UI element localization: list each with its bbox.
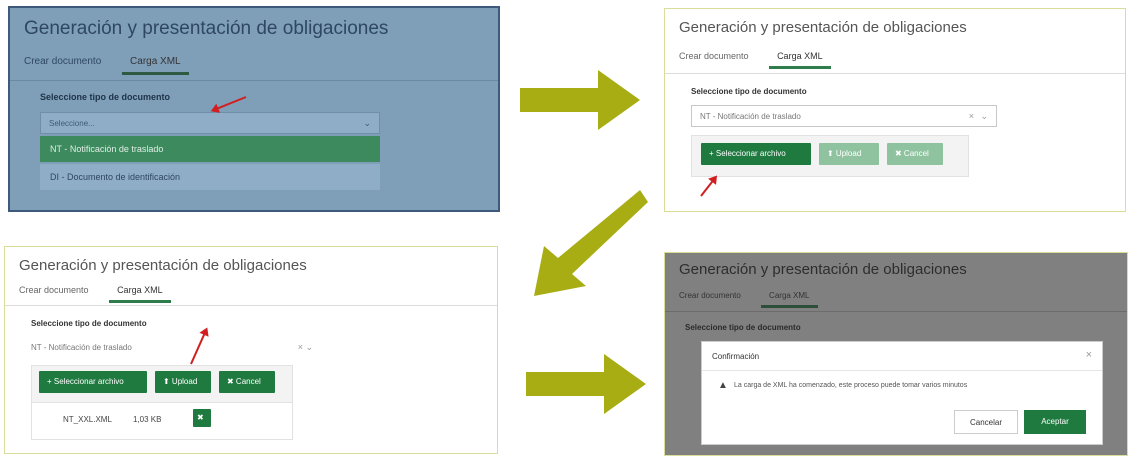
select-value: NT - Notificación de traslado xyxy=(31,343,132,352)
dropdown-option[interactable]: DI - Documento de identificación xyxy=(40,164,380,190)
tab-divider xyxy=(5,305,497,306)
chevron-down-icon[interactable]: ⌄ xyxy=(980,111,988,122)
select-files-button[interactable]: + Seleccionar archivo xyxy=(701,143,811,165)
cancel-button[interactable]: ✖ Cancel xyxy=(887,143,943,165)
document-type-label: Seleccione tipo de documento xyxy=(31,319,147,328)
panel-step-2: Generación y presentación de obligacione… xyxy=(664,8,1126,212)
cancel-button[interactable]: ✖ Cancel xyxy=(219,371,275,393)
flow-arrow-right-icon xyxy=(520,70,640,130)
tab-xml-upload[interactable]: Carga XML xyxy=(122,56,189,75)
page-title: Generación y presentación de obligacione… xyxy=(24,18,389,39)
dialog-message: La carga de XML ha comenzado, este proce… xyxy=(734,382,968,389)
tab-create-document[interactable]: Crear documento xyxy=(24,56,101,72)
tab-bar: Crear documento Carga XML xyxy=(19,285,189,305)
dialog-header-divider xyxy=(702,370,1102,371)
document-type-select[interactable]: NT - Notificación de traslado × ⌄ xyxy=(31,337,321,359)
tab-divider xyxy=(665,311,1127,312)
document-type-label: Seleccione tipo de documento xyxy=(40,92,171,102)
pointer-arrow xyxy=(212,96,247,112)
tab-xml-upload[interactable]: Carga XML xyxy=(769,51,831,69)
tab-bar: Crear documento Carga XML xyxy=(679,291,836,311)
page-title: Generación y presentación de obligacione… xyxy=(19,257,307,274)
clear-icon[interactable]: × xyxy=(969,111,974,121)
tab-bar: Crear documento Carga XML xyxy=(24,56,207,76)
page-title: Generación y presentación de obligacione… xyxy=(679,261,967,278)
dialog-cancel-button[interactable]: Cancelar xyxy=(954,410,1018,434)
chevron-down-icon[interactable]: ⌄ xyxy=(305,342,313,353)
upload-button[interactable]: ⬆ Upload xyxy=(819,143,879,165)
document-type-select[interactable]: Seleccione... ⌄ xyxy=(40,112,380,134)
close-icon[interactable]: × xyxy=(1086,349,1092,361)
select-placeholder: Seleccione... xyxy=(49,119,95,128)
tab-create-document[interactable]: Crear documento xyxy=(19,285,89,300)
document-type-label: Seleccione tipo de documento xyxy=(685,323,801,332)
flow-arrow-down-left-icon xyxy=(534,190,648,296)
upload-button[interactable]: ⬆ Upload xyxy=(155,371,211,393)
tab-divider xyxy=(665,73,1125,74)
select-value: NT - Notificación de traslado xyxy=(700,112,801,121)
tab-xml-upload[interactable]: Carga XML xyxy=(109,285,171,303)
tab-create-document[interactable]: Crear documento xyxy=(679,291,741,305)
document-type-label: Seleccione tipo de documento xyxy=(691,87,807,96)
tab-divider xyxy=(10,80,498,81)
tab-bar: Crear documento Carga XML xyxy=(679,51,849,71)
warning-icon: ▲ xyxy=(718,380,728,391)
panel-step-1: Generación y presentación de obligacione… xyxy=(8,6,500,212)
dialog-accept-button[interactable]: Aceptar xyxy=(1024,410,1086,434)
clear-icon[interactable]: × xyxy=(298,342,303,352)
confirmation-dialog: Confirmación × ▲ La carga de XML ha come… xyxy=(701,341,1103,445)
select-files-button[interactable]: + Seleccionar archivo xyxy=(39,371,147,393)
flow-arrow-right-icon xyxy=(526,354,646,414)
pointer-arrow xyxy=(700,176,717,197)
page-title: Generación y presentación de obligacione… xyxy=(679,19,967,36)
dropdown-option[interactable]: NT - Notificación de traslado xyxy=(40,136,380,162)
remove-file-button[interactable]: ✖ xyxy=(193,409,211,427)
document-type-select[interactable]: NT - Notificación de traslado × ⌄ xyxy=(691,105,997,127)
file-name: NT_XXL.XML xyxy=(63,415,112,424)
file-size: 1,03 KB xyxy=(133,415,162,424)
chevron-down-icon[interactable]: ⌄ xyxy=(363,118,371,129)
tab-create-document[interactable]: Crear documento xyxy=(679,51,749,66)
tab-xml-upload[interactable]: Carga XML xyxy=(761,291,818,308)
panel-step-4: Generación y presentación de obligacione… xyxy=(664,252,1128,456)
dialog-title: Confirmación xyxy=(712,352,760,361)
panel-step-3: Generación y presentación de obligacione… xyxy=(4,246,498,454)
